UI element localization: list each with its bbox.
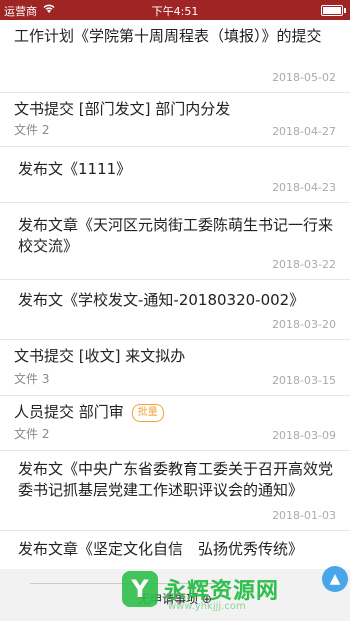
item-title: 发布文《中央广东省委教育工委关于召开高效党委书记抓基层党建工作述职评议会的通知》 xyxy=(18,460,334,499)
item-date: 2018-03-22 xyxy=(272,258,336,271)
battery-icon xyxy=(321,5,346,16)
item-date: 2018-03-09 xyxy=(272,429,336,442)
item-title: 发布文章《天河区元岗街工委陈萌生书记一行来校交流》 xyxy=(18,216,334,255)
item-date: 2018-01-03 xyxy=(272,509,336,522)
list-item[interactable]: 人员提交 部门审 批量 文件 2 2018-03-09 xyxy=(0,396,350,451)
item-date: 2018-05-02 xyxy=(272,71,336,84)
arrow-up-icon[interactable]: ▲ xyxy=(322,566,348,592)
list-item[interactable]: 文书提交 [部门发文] 部门内分发 文件 2 2018-04-27 xyxy=(0,93,350,147)
watermark-logo-icon: Y xyxy=(122,571,158,607)
item-title: 工作计划《学院第十周周程表（填报）》的提交 xyxy=(14,27,322,45)
item-date: 2018-04-23 xyxy=(272,181,336,194)
batch-badge: 批量 xyxy=(131,404,164,422)
item-file-count: 文件 3 xyxy=(14,372,50,386)
watermark: Y 永辉资源网 www.yhkjjj.com xyxy=(122,557,350,621)
list-item[interactable]: 工作计划《学院第十周周程表（填报）》的提交 2018-05-02 xyxy=(0,20,350,93)
item-date: 2018-04-27 xyxy=(272,125,336,138)
item-title-row: 人员提交 部门审 批量 xyxy=(14,402,336,423)
item-title: 人员提交 部门审 xyxy=(14,403,124,421)
watermark-url: www.yhkjjj.com xyxy=(168,601,246,612)
item-file-count: 文件 2 xyxy=(14,123,50,137)
item-file-count: 文件 2 xyxy=(14,427,50,441)
status-bar: 运营商 下午4:51 xyxy=(0,0,350,20)
list-item[interactable]: 发布文《中央广东省委教育工委关于召开高效党委书记抓基层党建工作述职评议会的通知》… xyxy=(0,451,350,531)
list-item[interactable]: 文书提交 [收文] 来文拟办 文件 3 2018-03-15 xyxy=(0,340,350,396)
item-title: 发布文《学校发文-通知-20180320-002》 xyxy=(18,291,305,309)
item-title: 文书提交 [收文] 来文拟办 xyxy=(14,347,186,365)
clock: 下午4:51 xyxy=(151,5,199,18)
list-item[interactable]: 发布文《学校发文-通知-20180320-002》 2018-03-20 xyxy=(0,280,350,340)
activity-list: 工作计划《学院第十周周程表（填报）》的提交 2018-05-02 文书提交 [部… xyxy=(0,20,350,569)
list-item[interactable]: 发布文《1111》 2018-04-23 xyxy=(0,147,350,203)
item-date: 2018-03-15 xyxy=(272,374,336,387)
list-item[interactable]: 发布文章《天河区元岗街工委陈萌生书记一行来校交流》 2018-03-22 xyxy=(0,203,350,280)
item-title: 发布文《1111》 xyxy=(18,160,132,178)
item-title: 文书提交 [部门发文] 部门内分发 xyxy=(14,100,231,118)
item-date: 2018-03-20 xyxy=(272,318,336,331)
